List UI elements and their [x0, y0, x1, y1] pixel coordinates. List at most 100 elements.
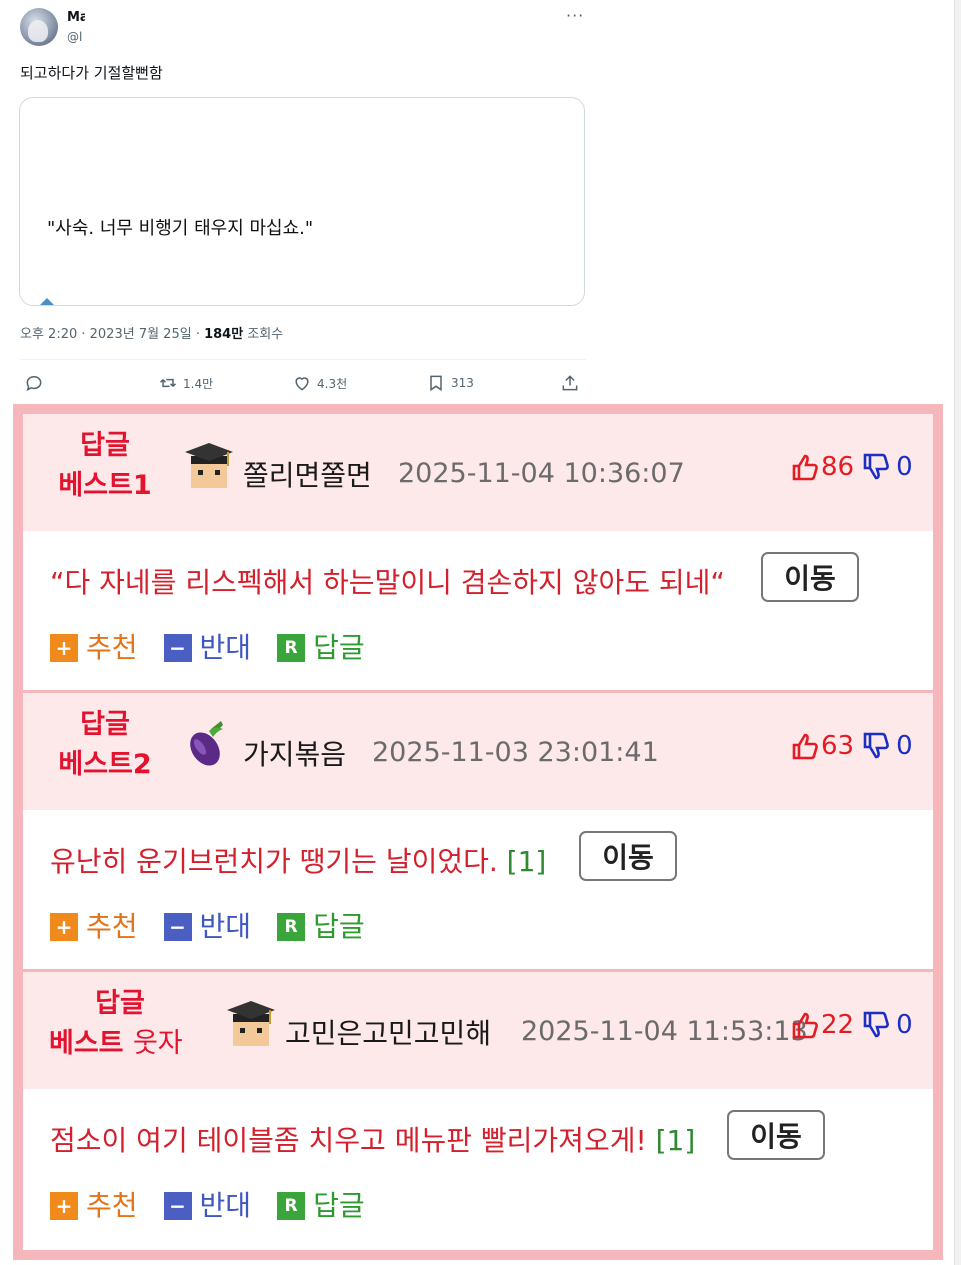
thumbs-down-icon [863, 453, 890, 480]
view-count: 184만 [204, 327, 244, 342]
more-options-icon[interactable]: ··· [566, 6, 584, 25]
user-handle[interactable]: @l [67, 30, 83, 44]
tweet-timestamp[interactable]: 오후 2:20 · 2023년 7월 25일 · [20, 327, 204, 342]
best-reply-header: 답글 베스트2 가지볶음 2025-11-03 23:01:41 63 0 [23, 693, 933, 810]
best-badge-top: 답글 [95, 988, 145, 1019]
best-badge: 답글 베스트1 [45, 426, 165, 506]
best-reply-body: 점소이 여기 테이블좀 치우고 메뉴판 빨리가져오게! [1] 이동 + 추천 −… [23, 1089, 933, 1247]
reply-r-icon: R [277, 913, 306, 941]
reply-comment-button[interactable]: R 답글 [277, 1184, 365, 1224]
recommend-button[interactable]: + 추천 [50, 626, 138, 666]
user-display-name[interactable]: Ma [67, 10, 85, 25]
move-button[interactable]: 이동 [579, 831, 677, 881]
recommend-label: 추천 [86, 631, 138, 664]
bookmark-count: 313 [451, 376, 474, 390]
reply-count: [1] [506, 845, 547, 878]
recommend-label: 추천 [86, 1189, 138, 1222]
divider [20, 359, 586, 360]
recommend-button[interactable]: + 추천 [50, 1184, 138, 1224]
quote-text: "사숙. 너무 비행기 태우지 마십쇼." [47, 218, 314, 239]
best-badge: 답글 베스트2 [45, 705, 165, 785]
recommend-label: 추천 [86, 910, 138, 943]
best-badge-bottom-a: 베스트 [49, 1028, 124, 1059]
reply-actions: + 추천 − 반대 R 답글 [50, 905, 391, 945]
thumbs-down-icon [863, 1011, 890, 1038]
share-button[interactable] [560, 371, 580, 395]
user-avatar[interactable] [20, 8, 58, 46]
reply-label: 답글 [313, 1189, 365, 1222]
scrollbar[interactable] [954, 0, 961, 1265]
best-badge-bottom: 베스트 웃자 [45, 1024, 195, 1064]
vote-counts: 63 0 [791, 731, 913, 761]
move-button[interactable]: 이동 [727, 1110, 825, 1160]
bookmark-button[interactable]: 313 [426, 371, 474, 395]
reply-text: 유난히 운기브런치가 땡기는 날이었다. [50, 845, 498, 878]
retweet-icon [159, 378, 177, 388]
nickname[interactable]: 쫄리면쫄면 [243, 454, 372, 494]
best-badge-bottom-b: 웃자 [132, 1028, 183, 1059]
reply-content[interactable]: 유난히 운기브런치가 땡기는 날이었다. [1] [50, 840, 546, 880]
thumbs-up-icon [792, 1012, 818, 1039]
move-button[interactable]: 이동 [761, 552, 859, 602]
quoted-media-card[interactable]: "사숙. 너무 비행기 태우지 마십쇼." [19, 97, 585, 306]
nickname[interactable]: 가지볶음 [243, 733, 346, 773]
reply-content[interactable]: “다 자네를 리스펙해서 하는말이니 겸손하지 않아도 되네“ [50, 561, 725, 601]
upvote-count: 63 [821, 731, 855, 761]
heart-icon [295, 377, 309, 391]
reply-icon [26, 375, 42, 392]
best-reply-body: 유난히 운기브런치가 땡기는 날이었다. [1] 이동 + 추천 − 반대 R 답글 [23, 810, 933, 969]
best-reply-header: 답글 베스트1 쫄리면쫄면 2025-11-04 10:36:07 86 0 [23, 414, 933, 531]
tweet-card: Ma @l ··· 되고하다가 기절할뻔함 "사숙. 너무 비행기 태우지 마십… [0, 0, 961, 400]
recommend-button[interactable]: + 추천 [50, 905, 138, 945]
upvote-count: 22 [821, 1010, 855, 1040]
downvote-count: 0 [896, 1010, 913, 1040]
vote-counts: 86 0 [791, 452, 913, 482]
best-badge-top: 답글 [80, 430, 130, 461]
reply-comment-button[interactable]: R 답글 [277, 626, 365, 666]
vote-counts: 22 0 [791, 1010, 913, 1040]
reply-r-icon: R [277, 634, 306, 662]
reply-actions: + 추천 − 반대 R 답글 [50, 626, 391, 666]
best-badge-bottom: 베스트1 [58, 470, 152, 501]
reply-comment-button[interactable]: R 답글 [277, 905, 365, 945]
retweet-button[interactable]: 1.4만 [158, 371, 213, 395]
graduate-cap-face-icon [185, 443, 233, 488]
graduate-cap-face-icon [227, 1001, 275, 1046]
reply-text: “다 자네를 리스펙해서 하는말이니 겸손하지 않아도 되네“ [50, 566, 725, 599]
view-count-label: 조회수 [243, 327, 284, 342]
oppose-button[interactable]: − 반대 [163, 905, 252, 945]
oppose-label: 반대 [199, 631, 252, 664]
best-reply-header: 답글 베스트 웃자 고민은고민고민해 2025-11-04 11:53:13 2… [23, 972, 933, 1089]
reply-content[interactable]: 점소이 여기 테이블좀 치우고 메뉴판 빨리가져오게! [1] [50, 1119, 695, 1159]
upvote-count: 86 [821, 452, 855, 482]
oppose-button[interactable]: − 반대 [163, 626, 252, 666]
nickname[interactable]: 고민은고민고민해 [285, 1012, 491, 1052]
thumbs-up-icon [792, 733, 818, 760]
reply-label: 답글 [313, 910, 365, 943]
reply-count: [1] [655, 1124, 696, 1157]
downvote-count: 0 [896, 731, 913, 761]
oppose-button[interactable]: − 반대 [163, 1184, 252, 1224]
eggplant-icon [190, 721, 223, 766]
oppose-label: 반대 [199, 1189, 252, 1222]
oppose-label: 반대 [199, 910, 252, 943]
plus-icon: + [50, 634, 78, 662]
reply-r-icon: R [277, 1192, 306, 1220]
best-reply-body: “다 자네를 리스펙해서 하는말이니 겸손하지 않아도 되네“ 이동 + 추천 −… [23, 531, 933, 690]
reply-button[interactable] [24, 371, 44, 395]
plus-icon: + [50, 1192, 78, 1220]
reply-label: 답글 [313, 631, 365, 664]
reply-date: 2025-11-04 10:36:07 [398, 458, 685, 489]
downvote-count: 0 [896, 452, 913, 482]
retweet-count: 1.4만 [183, 376, 214, 391]
like-button[interactable]: 4.3천 [292, 371, 347, 395]
like-count: 4.3천 [317, 376, 348, 391]
minus-icon: − [163, 913, 192, 941]
share-icon [562, 375, 578, 391]
tweet-meta: 오후 2:20 · 2023년 7월 25일 · 184만 조회수 [20, 323, 283, 342]
plus-icon: + [50, 913, 78, 941]
best-badge-top: 답글 [80, 709, 130, 740]
minus-icon: − [163, 634, 192, 662]
media-indicator-icon [40, 298, 54, 305]
best-badge-bottom: 베스트2 [58, 749, 152, 780]
